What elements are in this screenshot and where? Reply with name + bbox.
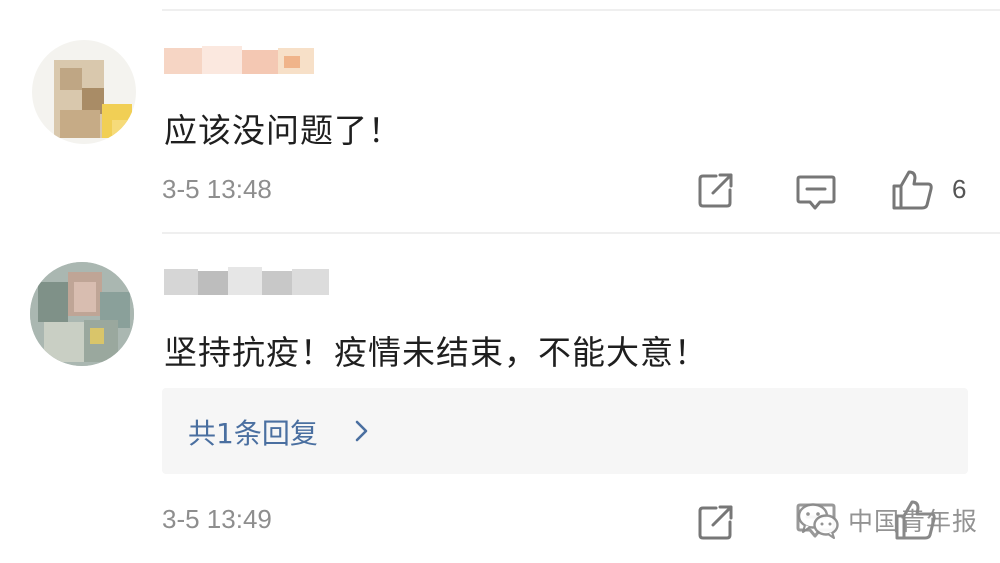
username-blurred[interactable] <box>164 265 329 295</box>
comment-timestamp: 3-5 13:49 <box>162 504 272 534</box>
top-divider <box>162 9 1000 11</box>
username-blurred[interactable] <box>164 44 314 74</box>
reply-count-label: 共1条回复 <box>188 417 318 450</box>
share-icon[interactable] <box>696 170 736 210</box>
comment-timestamp: 3-5 13:48 <box>162 174 272 204</box>
comment-text: 坚持抗疫！疫情未结束，不能大意！ <box>164 333 708 372</box>
like-count: 6 <box>952 174 967 204</box>
view-replies-button[interactable]: 共1条回复 <box>162 388 968 474</box>
comment-icon[interactable] <box>795 172 837 212</box>
comment-text: 应该没问题了！ <box>164 111 402 150</box>
avatar[interactable] <box>32 40 136 144</box>
share-icon[interactable] <box>696 502 736 542</box>
thumbs-up-icon[interactable] <box>890 168 936 212</box>
chevron-right-icon <box>355 420 368 442</box>
comment-divider <box>162 232 1000 234</box>
wechat-icon <box>797 503 839 539</box>
watermark: 中国青年报 <box>796 500 978 540</box>
watermark-text: 中国青年报 <box>848 507 979 536</box>
avatar[interactable] <box>30 262 134 366</box>
